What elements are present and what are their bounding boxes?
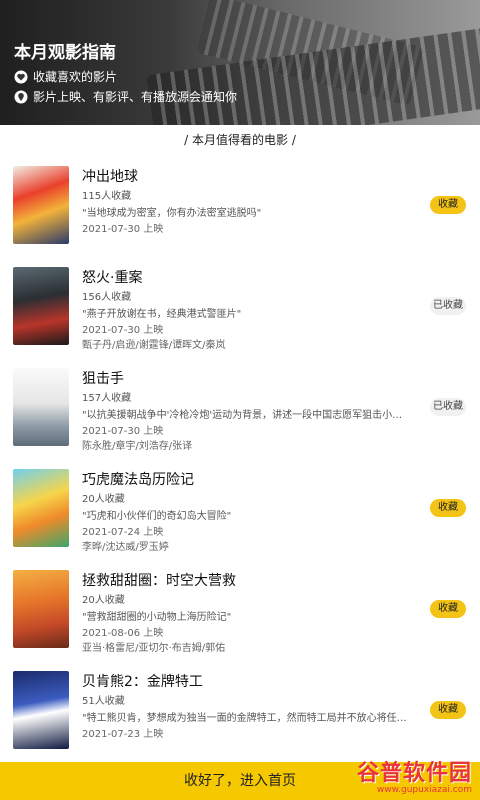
movie-item[interactable]: 冲出地球 115人收藏 "当地球成为密室，你有办法密室逃脱吗" 2021-07-…	[0, 158, 480, 259]
section-title: / 本月值得看的电影 /	[184, 133, 296, 147]
movie-desc: "当地球成为密室，你有办法密室逃脱吗"	[82, 208, 262, 219]
movie-item[interactable]: 贝肯熊2：金牌特工 51人收藏 "特工熊贝肯，梦想成为独当一面的金牌特工，然而特…	[0, 663, 480, 764]
movie-title: 狙击手	[82, 371, 124, 387]
collect-button[interactable]: 收藏	[430, 701, 466, 719]
pin-icon	[14, 90, 28, 103]
movie-count: 157人收藏	[82, 393, 132, 404]
movie-poster[interactable]	[13, 267, 69, 345]
movie-title: 贝肯熊2：金牌特工	[82, 674, 203, 690]
movie-title: 怒火·重案	[82, 270, 143, 286]
header-line-collect: 收藏喜欢的影片	[14, 68, 117, 85]
movie-poster[interactable]	[13, 166, 69, 244]
movie-count: 20人收藏	[82, 494, 125, 505]
movie-count: 156人收藏	[82, 292, 132, 303]
movie-date: 2021-08-06 上映	[82, 628, 164, 639]
movie-desc: "特工熊贝肯，梦想成为独当一面的金牌特工，然而特工局并不放心将任务交给一...	[82, 713, 412, 724]
collect-button[interactable]: 收藏	[430, 196, 466, 214]
movie-item[interactable]: 巧虎魔法岛历险记 20人收藏 "巧虎和小伙伴们的奇幻岛大冒险" 2021-07-…	[0, 461, 480, 562]
movie-desc: "燕子开放谢在书，经典港式警匪片"	[82, 309, 242, 320]
movie-date: 2021-07-24 上映	[82, 527, 164, 538]
movie-count: 51人收藏	[82, 696, 125, 707]
collected-button[interactable]: 已收藏	[430, 398, 466, 416]
movie-date: 2021-07-30 上映	[82, 224, 164, 235]
header-title: 本月观影指南	[14, 43, 116, 63]
movie-date: 2021-07-30 上映	[82, 325, 164, 336]
heart-icon	[14, 70, 28, 83]
movie-poster[interactable]	[13, 570, 69, 648]
movie-cast: 亚当·格雷尼/亚切尔·布吉姆/郭佑	[82, 643, 226, 654]
movie-list: 冲出地球 115人收藏 "当地球成为密室，你有办法密室逃脱吗" 2021-07-…	[0, 158, 480, 764]
header-line-notify: 影片上映、有影评、有播放源会通知你	[14, 88, 237, 105]
header-line-text: 收藏喜欢的影片	[33, 70, 118, 84]
movie-item[interactable]: 拯救甜甜圈：时空大营救 20人收藏 "营救甜甜圈的小动物上海历险记" 2021-…	[0, 562, 480, 663]
movie-item[interactable]: 狙击手 157人收藏 "以抗美援朝战争中'冷枪冷炮'运动为背景，讲述一段中国志愿…	[0, 360, 480, 461]
collected-button[interactable]: 已收藏	[430, 297, 466, 315]
movie-item[interactable]: 怒火·重案 156人收藏 "燕子开放谢在书，经典港式警匪片" 2021-07-3…	[0, 259, 480, 360]
movie-title: 拯救甜甜圈：时空大营救	[82, 573, 236, 589]
watermark-name: 谷普软件园	[356, 761, 472, 786]
movie-cast: 甄子丹/启逊/谢霆锋/谭晖文/秦岚	[82, 340, 226, 351]
movie-date: 2021-07-30 上映	[82, 426, 164, 437]
movie-title: 巧虎魔法岛历险记	[82, 472, 194, 488]
movie-cast: 陈永胜/章宇/刘浩存/张译	[82, 441, 193, 452]
header-banner: 本月观影指南 收藏喜欢的影片 影片上映、有影评、有播放源会通知你	[0, 0, 480, 125]
movie-cast: 李晔/沈达威/罗玉婷	[82, 542, 169, 553]
collect-button[interactable]: 收藏	[430, 600, 466, 618]
movie-poster[interactable]	[13, 368, 69, 446]
movie-count: 115人收藏	[82, 191, 132, 202]
collect-button[interactable]: 收藏	[430, 499, 466, 517]
movie-desc: "营救甜甜圈的小动物上海历险记"	[82, 612, 232, 623]
movie-poster[interactable]	[13, 469, 69, 547]
movie-desc: "巧虎和小伙伴们的奇幻岛大冒险"	[82, 511, 232, 522]
movie-title: 冲出地球	[82, 169, 138, 185]
movie-desc: "以抗美援朝战争中'冷枪冷炮'运动为背景，讲述一段中国志愿军狙击小队与美军...	[82, 410, 412, 421]
movie-poster[interactable]	[13, 671, 69, 749]
movie-count: 20人收藏	[82, 595, 125, 606]
watermark: 谷普软件园 www.gupuxiazai.com	[357, 755, 472, 795]
header-line-text: 影片上映、有影评、有播放源会通知你	[33, 90, 238, 104]
movie-date: 2021-07-23 上映	[82, 729, 164, 740]
